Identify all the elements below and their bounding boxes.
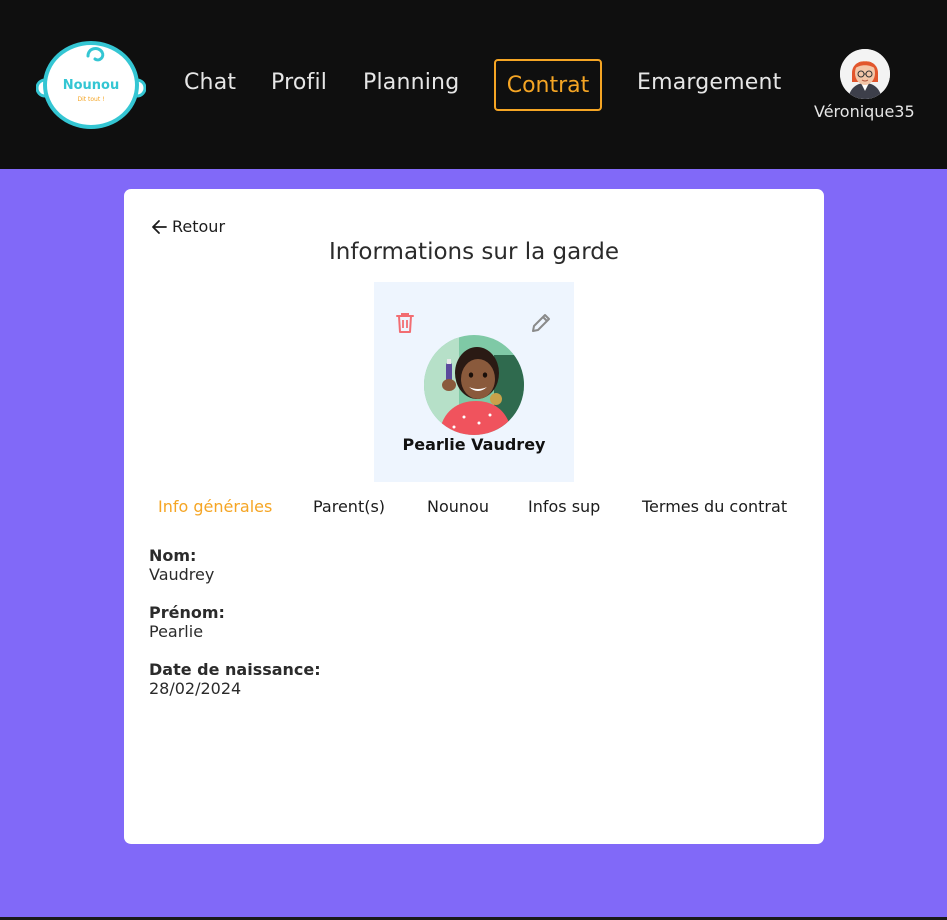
top-navbar: Nounou Dit tout ! Chat Profil Planning C… — [0, 0, 947, 169]
pencil-icon — [532, 314, 550, 332]
nounou-logo[interactable]: Nounou Dit tout ! — [35, 40, 147, 130]
edit-button[interactable] — [530, 312, 552, 334]
care-info-card: Retour Informations sur la garde Pearlie… — [124, 189, 824, 844]
nav-planning[interactable]: Planning — [363, 70, 459, 95]
logo-wordmark: Nounou — [63, 78, 120, 93]
avatar[interactable] — [840, 49, 890, 99]
field-label: Nom: — [149, 546, 197, 565]
back-button[interactable]: Retour — [150, 217, 225, 236]
nav-contrat[interactable]: Contrat — [494, 59, 602, 111]
tab-termes-contrat[interactable]: Termes du contrat — [642, 497, 787, 516]
child-name: Pearlie Vaudrey — [402, 435, 546, 454]
field-value: Vaudrey — [149, 565, 215, 584]
username[interactable]: Véronique35 — [814, 102, 915, 121]
back-label: Retour — [172, 217, 226, 236]
trash-icon — [396, 313, 414, 333]
field-label: Date de naissance: — [149, 660, 321, 679]
field-nom: Nom: Vaudrey — [149, 546, 214, 584]
child-profile-card: Pearlie Vaudrey — [374, 282, 574, 482]
nav-chat[interactable]: Chat — [184, 70, 236, 95]
user-avatar-icon — [840, 49, 890, 99]
tab-infos-sup[interactable]: Infos sup — [528, 497, 600, 516]
child-photo-image — [424, 335, 524, 435]
logo-tagline: Dit tout ! — [77, 96, 104, 103]
tab-parents[interactable]: Parent(s) — [313, 497, 385, 516]
field-prenom: Prénom: Pearlie — [149, 603, 225, 641]
arrow-left-icon — [152, 219, 167, 234]
logo-icon: Nounou Dit tout ! — [35, 41, 147, 129]
page-title: Informations sur la garde — [328, 239, 620, 265]
nav-profil[interactable]: Profil — [271, 70, 327, 95]
delete-button[interactable] — [394, 311, 416, 335]
nav-contrat-label: Contrat — [506, 72, 590, 98]
field-value: Pearlie — [149, 622, 204, 641]
field-date-naissance: Date de naissance: 28/02/2024 — [149, 660, 321, 698]
field-label: Prénom: — [149, 603, 225, 622]
tab-nounou[interactable]: Nounou — [427, 497, 489, 516]
field-value: 28/02/2024 — [149, 679, 242, 698]
child-photo — [424, 335, 524, 435]
nav-emargement[interactable]: Emargement — [637, 70, 782, 95]
tab-info-generales[interactable]: Info générales — [158, 497, 272, 516]
